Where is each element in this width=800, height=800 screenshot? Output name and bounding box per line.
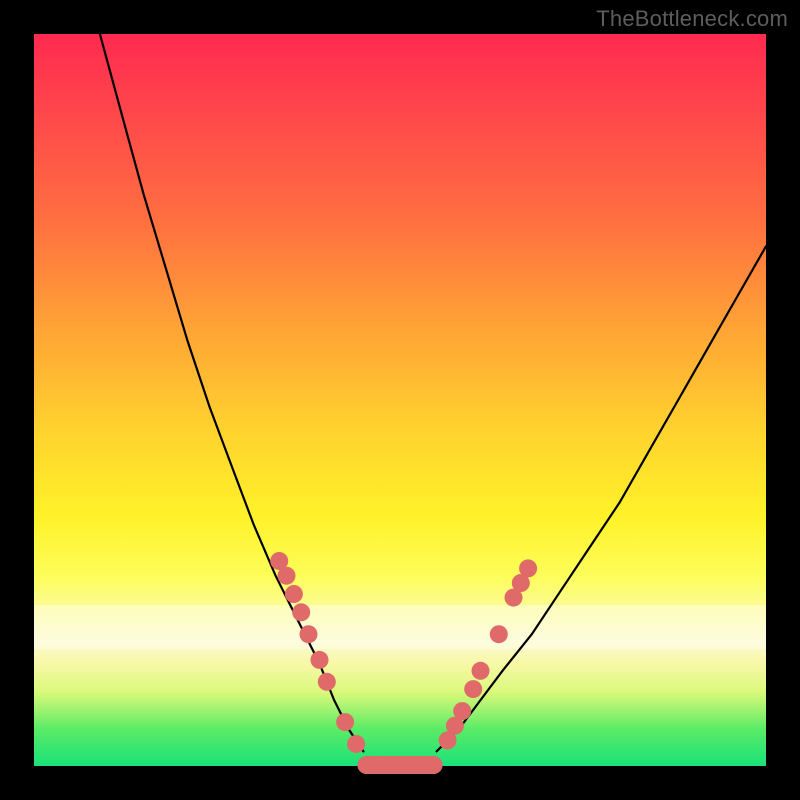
marker-dot xyxy=(464,680,482,698)
chart-svg xyxy=(34,34,766,766)
marker-dot xyxy=(490,625,508,643)
curve-left xyxy=(100,34,364,751)
marker-dot xyxy=(300,625,318,643)
marker-dot xyxy=(318,673,336,691)
marker-dot xyxy=(472,662,490,680)
floor-pill xyxy=(357,756,442,774)
marker-dot xyxy=(285,585,303,603)
watermark-text: TheBottleneck.com xyxy=(596,6,788,32)
chart-frame: TheBottleneck.com xyxy=(0,0,800,800)
marker-group-right xyxy=(439,559,537,749)
plot-area xyxy=(34,34,766,766)
marker-dot xyxy=(453,702,471,720)
marker-dot xyxy=(311,651,329,669)
marker-dot xyxy=(278,567,296,585)
marker-dot xyxy=(519,559,537,577)
marker-dot xyxy=(347,735,365,753)
marker-dot xyxy=(292,603,310,621)
marker-dot xyxy=(336,713,354,731)
marker-group-left xyxy=(270,552,365,753)
